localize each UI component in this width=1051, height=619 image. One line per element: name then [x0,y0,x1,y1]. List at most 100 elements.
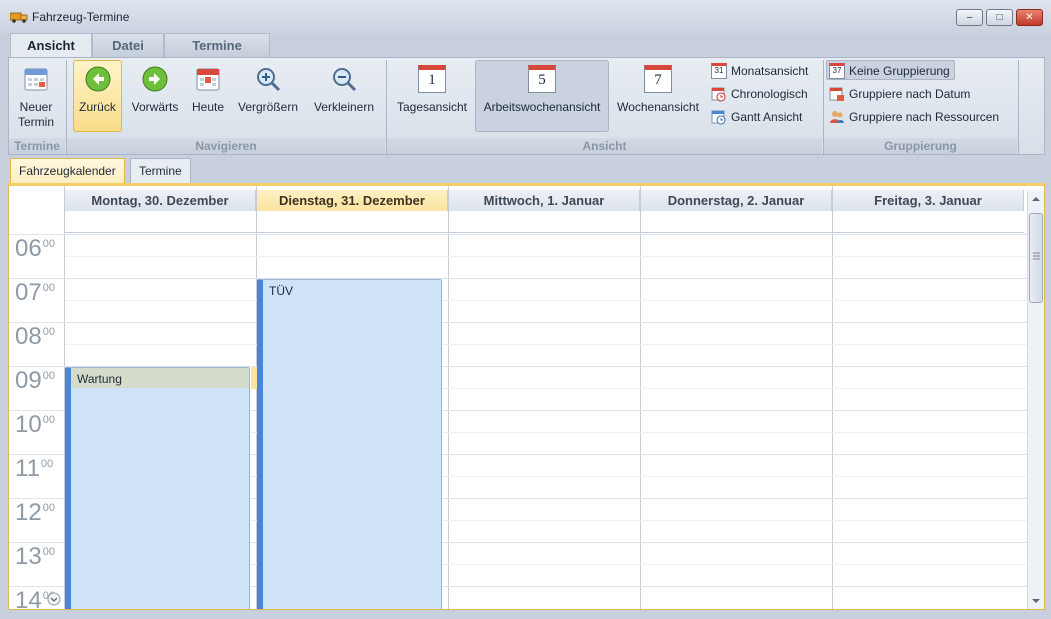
appointment-subject: TÜV [269,284,293,298]
maximize-icon: □ [996,12,1003,23]
time-label: 0800 [15,323,55,350]
calendar-date-icon [829,87,844,101]
half-hour-line [65,300,1027,301]
week-view-label: Wochenansicht [617,100,699,114]
forward-label: Vorwärts [131,100,179,114]
day-column-border [640,186,641,609]
chronological-button[interactable]: Chronologisch [709,84,808,104]
arrow-left-icon [85,66,110,92]
day-header-tuesday[interactable]: Dienstag, 31. Dezember [257,190,448,211]
time-label: 1000 [15,411,55,438]
window-title: Fahrzeug-Termine [32,10,130,24]
workweek-view-label: Arbeitswochenansicht [483,100,601,114]
scrollbar-thumb[interactable] [1029,213,1043,303]
zoom-out-icon [333,68,357,92]
group-separator [1018,60,1019,154]
calendar-today-icon [196,68,220,91]
half-hour-line [65,344,1027,345]
time-label: 0600 [15,235,55,262]
no-grouping-button[interactable]: 37 Keine Gruppierung [826,60,955,80]
tab-termine[interactable]: Termine [164,33,270,57]
new-appointment-label: Neuer Termin [17,100,54,129]
time-label: 1300 [15,543,55,570]
appointment-wartung[interactable]: Wartung [65,367,250,609]
day-column-border [448,186,449,609]
tab-fahrzeugkalender[interactable]: Fahrzeugkalender [10,158,125,184]
month-view-label: Monatsansicht [731,64,809,78]
day-column-border [832,186,833,609]
minimize-icon: – [966,12,973,23]
zoom-in-label: Vergrößern [237,100,299,114]
calendar-add-icon [24,68,48,91]
hour-line [9,234,1027,235]
tab-datei[interactable]: Datei [92,33,164,57]
group-label-navigieren: Navigieren [67,138,385,154]
time-label: 0700 [15,279,55,306]
calendar-view: Montag, 30. Dezember Dienstag, 31. Dezem… [8,183,1045,610]
clock-list-icon [711,87,726,102]
title-bar: Fahrzeug-Termine – □ ✕ [0,0,1051,34]
time-label: 1100 [15,455,54,482]
ribbon-tabs: Ansicht Datei Termine [8,33,1048,57]
maximize-button[interactable]: □ [986,9,1013,26]
scroll-down-icon[interactable] [47,592,61,606]
group-label-ansicht: Ansicht [387,138,822,154]
minimize-button[interactable]: – [956,9,983,26]
day-view-button[interactable]: 1 Tagesansicht [391,60,473,132]
today-label: Heute [191,100,225,114]
gantt-clock-icon [711,110,726,125]
day-header-wednesday[interactable]: Mittwoch, 1. Januar [449,190,640,211]
group-label-termine: Termine [9,138,65,154]
scroll-up-arrow-icon[interactable] [1031,195,1041,203]
day-header-friday[interactable]: Freitag, 3. Januar [833,190,1024,211]
group-by-date-label: Gruppiere nach Datum [849,87,971,101]
forward-button[interactable]: Vorwärts [126,60,184,132]
group-by-date-button[interactable]: Gruppiere nach Datum [827,84,970,104]
new-appointment-button[interactable]: Neuer Termin [11,60,61,132]
zoom-out-button[interactable]: Verkleinern [308,60,380,132]
day-view-label: Tagesansicht [396,100,468,114]
today-button[interactable]: Heute [187,60,229,132]
hour-line [9,278,1027,279]
day-header-thursday[interactable]: Donnerstag, 2. Januar [641,190,832,211]
back-label: Zurück [79,100,116,114]
chronological-label: Chronologisch [731,87,808,101]
calendar-week-icon: 7 [644,65,672,93]
gantt-view-button[interactable]: Gantt Ansicht [709,107,802,127]
arrow-right-icon [142,66,168,92]
ribbon: Neuer Termin Termine Zurück Vorwärts Heu… [8,57,1045,155]
calendar-workweek-icon: 5 [528,65,556,93]
calendar-month-icon: 31 [711,63,727,79]
zoom-in-icon [257,68,281,92]
back-button[interactable]: Zurück [73,60,122,132]
appointment-subject: Wartung [77,372,122,386]
truck-icon [10,12,28,23]
month-view-button[interactable]: 31 Monatsansicht [709,61,808,81]
gantt-view-label: Gantt Ansicht [731,110,803,124]
no-grouping-label: Keine Gruppierung [849,64,950,78]
workweek-view-button[interactable]: 5 Arbeitswochenansicht [475,60,609,132]
calendar-day-icon: 1 [418,65,446,93]
day-header-monday[interactable]: Montag, 30. Dezember [65,190,256,211]
people-icon [830,111,844,123]
time-label: 1200 [15,499,55,526]
zoom-out-label: Verkleinern [313,100,375,114]
time-label: 0900 [15,367,55,394]
close-button[interactable]: ✕ [1016,9,1043,26]
group-by-resource-label: Gruppiere nach Ressourcen [849,110,1000,124]
appointment-tuev[interactable]: TÜV [257,279,442,609]
week-view-button[interactable]: 7 Wochenansicht [613,60,703,132]
group-label-gruppierung: Gruppierung [824,138,1017,154]
close-icon: ✕ [1025,12,1034,23]
group-by-resource-button[interactable]: Gruppiere nach Ressourcen [827,107,999,127]
zoom-in-button[interactable]: Vergrößern [233,60,303,132]
grip-icon [1033,252,1040,260]
vertical-scrollbar[interactable] [1027,191,1044,609]
calendar-grouping-icon: 37 [829,63,845,79]
tab-ansicht[interactable]: Ansicht [10,33,92,57]
tab-termine-list[interactable]: Termine [130,158,191,184]
half-hour-line [65,256,1027,257]
hour-line [9,322,1027,323]
scroll-down-arrow-icon[interactable] [1031,597,1041,605]
all-day-row[interactable] [65,211,1024,233]
